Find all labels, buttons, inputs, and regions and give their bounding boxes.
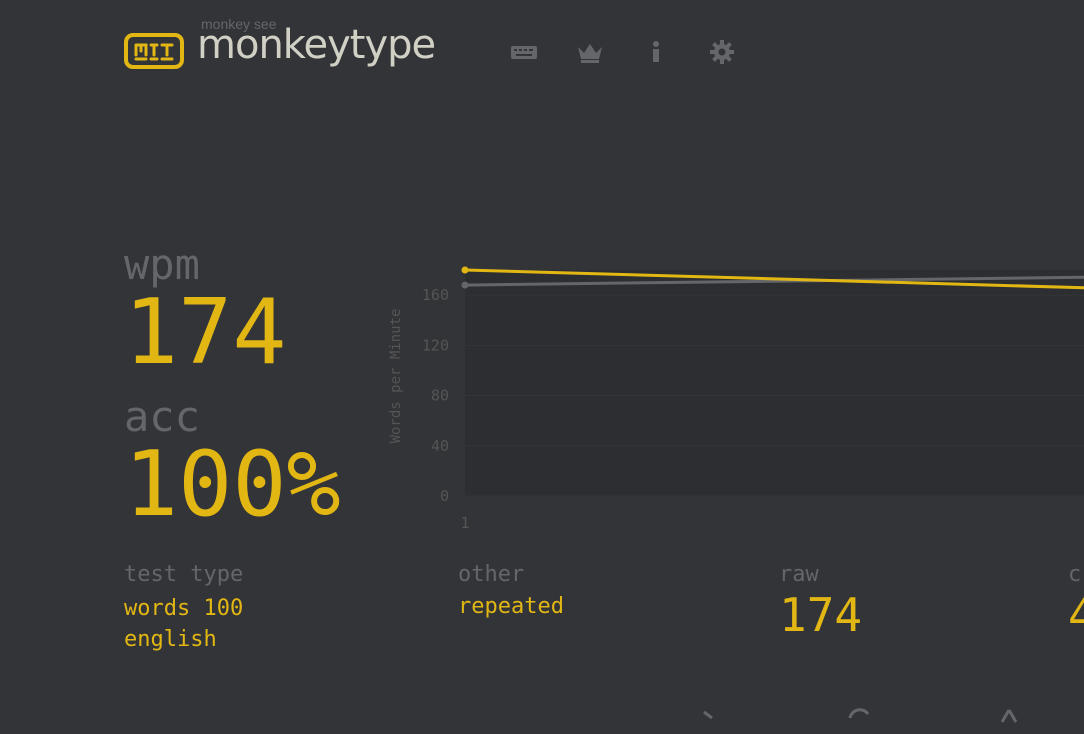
- y-tick-label: 160: [422, 286, 449, 304]
- other-label: other: [458, 562, 525, 587]
- warning-icon[interactable]: [994, 700, 1024, 730]
- data-point[interactable]: [461, 266, 469, 274]
- y-tick-label: 40: [431, 437, 449, 455]
- gear-icon[interactable]: [708, 38, 736, 66]
- monkeytype-logo-icon[interactable]: [124, 33, 184, 69]
- data-point[interactable]: [461, 281, 469, 289]
- wpm-chart: 0 40 80 120 160 1 Words per Minute: [388, 266, 1084, 532]
- acc-value: 100%: [124, 432, 341, 537]
- next-test-icon[interactable]: [696, 700, 726, 730]
- y-axis-label: Words per Minute: [388, 309, 404, 444]
- y-tick-label: 0: [440, 487, 449, 505]
- info-icon[interactable]: [642, 38, 670, 66]
- x-tick-label: 1: [460, 514, 469, 532]
- test-type-value-mode: words 100: [124, 596, 244, 621]
- brand-title[interactable]: monkeytype: [197, 22, 436, 68]
- wpm-value: 174: [124, 280, 287, 385]
- y-tick-label: 120: [422, 336, 449, 354]
- restart-icon[interactable]: [844, 700, 874, 730]
- characters-value-partial: 4: [1068, 588, 1084, 642]
- crown-icon[interactable]: [576, 38, 604, 66]
- test-type-value-language: english: [124, 627, 217, 652]
- characters-label-partial: c: [1068, 562, 1082, 587]
- raw-value: 174: [779, 588, 863, 642]
- raw-label: raw: [779, 562, 819, 587]
- keyboard-icon[interactable]: [510, 38, 538, 66]
- test-type-label: test type: [124, 562, 244, 587]
- y-tick-label: 80: [431, 387, 449, 405]
- plot-area: [465, 270, 1084, 496]
- other-value: repeated: [458, 594, 564, 619]
